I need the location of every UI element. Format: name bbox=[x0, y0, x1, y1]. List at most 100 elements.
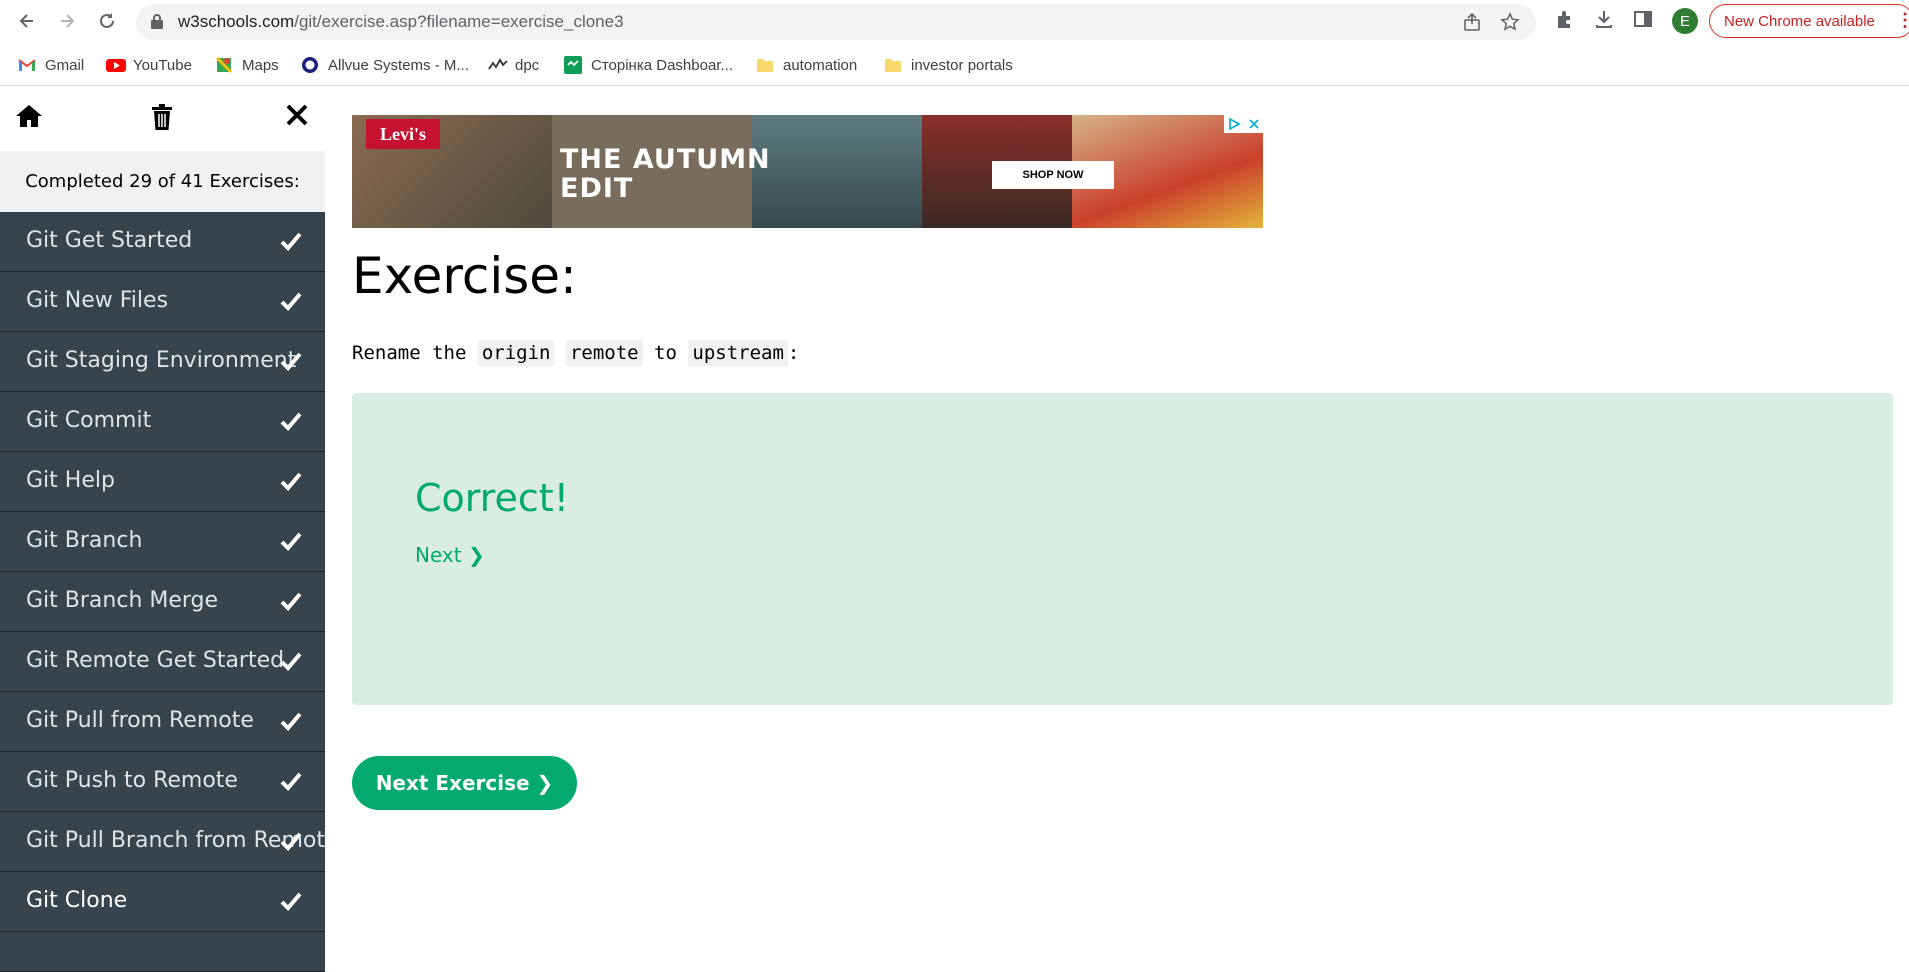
side-panel-icon[interactable] bbox=[1632, 8, 1654, 35]
sidebar-item-label: Git Get Started bbox=[26, 228, 193, 253]
close-icon[interactable] bbox=[285, 103, 309, 132]
lock-icon[interactable] bbox=[150, 13, 164, 34]
exercise-instruction: Rename the origin remote to upstream: bbox=[352, 340, 800, 366]
back-icon[interactable] bbox=[12, 6, 42, 36]
bookmark-dpc[interactable]: dpc bbox=[488, 54, 539, 76]
result-message: Correct! bbox=[415, 476, 569, 520]
bookmark-label: automation bbox=[783, 56, 858, 74]
ad-headline: THE AUTUMN EDIT bbox=[560, 145, 771, 203]
checkmark-icon bbox=[280, 652, 302, 671]
ad-photo bbox=[752, 115, 922, 228]
sidebar-item-label: Git Staging Environment bbox=[26, 348, 297, 373]
bookmark-label: Allvue Systems - M... bbox=[328, 56, 469, 74]
trash-icon[interactable] bbox=[150, 103, 174, 136]
sidebar-item-label: Git Commit bbox=[26, 408, 152, 433]
ad-brand-logo: Levi's bbox=[366, 119, 440, 149]
sidebar-item-label: Git Clone bbox=[26, 888, 128, 913]
bookmark-dashboard[interactable]: Сторінка Dashboar... bbox=[564, 54, 733, 76]
inline-code: remote bbox=[565, 340, 643, 366]
folder-icon bbox=[884, 56, 902, 74]
sidebar-item-git-push-to-remote[interactable]: Git Push to Remote bbox=[0, 752, 325, 812]
advertisement-banner[interactable]: Levi's THE AUTUMN EDIT SHOP NOW bbox=[352, 115, 1263, 228]
bookmark-label: Maps bbox=[242, 56, 279, 74]
bookmark-allvue[interactable]: Allvue Systems - M... bbox=[301, 54, 469, 76]
checkmark-icon bbox=[280, 292, 302, 311]
sidebar-item-label: Git Branch bbox=[26, 528, 143, 553]
forward-icon[interactable] bbox=[52, 6, 82, 36]
menu-kebab-icon[interactable]: ⋮ bbox=[1896, 11, 1909, 29]
checkmark-icon bbox=[280, 532, 302, 551]
exercise-list: Git Get Started Git New Files Git Stagin… bbox=[0, 212, 325, 972]
instruction-text: Rename the bbox=[352, 342, 467, 364]
share-icon[interactable] bbox=[1462, 12, 1482, 37]
sidebar-item-git-clone[interactable]: Git Clone bbox=[0, 872, 325, 932]
folder-icon bbox=[756, 56, 774, 74]
result-panel: Correct! Next ❯ bbox=[352, 393, 1893, 705]
checkmark-icon bbox=[280, 832, 302, 851]
reload-icon[interactable] bbox=[92, 6, 122, 36]
bookmark-folder-automation[interactable]: automation bbox=[756, 54, 857, 76]
sidebar-item-git-branch[interactable]: Git Branch bbox=[0, 512, 325, 572]
sidebar-item-git-branch-merge[interactable]: Git Branch Merge bbox=[0, 572, 325, 632]
sidebar-item-next[interactable] bbox=[0, 932, 325, 972]
checkmark-icon bbox=[280, 892, 302, 911]
sidebar-item-git-commit[interactable]: Git Commit bbox=[0, 392, 325, 452]
adchoices-icon[interactable] bbox=[1227, 117, 1241, 131]
home-icon[interactable] bbox=[15, 103, 43, 134]
next-exercise-button[interactable]: Next Exercise ❯ bbox=[352, 756, 577, 810]
gmail-icon bbox=[18, 56, 36, 74]
bookmark-folder-investor-portals[interactable]: investor portals bbox=[884, 54, 1013, 76]
bookmark-star-icon[interactable] bbox=[1500, 12, 1520, 37]
next-link[interactable]: Next ❯ bbox=[415, 543, 485, 567]
allvue-icon bbox=[301, 56, 319, 74]
sidebar-item-git-get-started[interactable]: Git Get Started bbox=[0, 212, 325, 272]
checkmark-icon bbox=[280, 772, 302, 791]
bookmark-maps[interactable]: Maps bbox=[215, 54, 279, 76]
bookmark-label: YouTube bbox=[133, 56, 192, 74]
instruction-text: to bbox=[654, 342, 677, 364]
exercise-sidebar: Completed 29 of 41 Exercises: Git Get St… bbox=[0, 87, 325, 972]
sidebar-item-git-remote-get-started[interactable]: Git Remote Get Started bbox=[0, 632, 325, 692]
sidebar-item-label: Git Push to Remote bbox=[26, 768, 238, 793]
page-title: Exercise: bbox=[352, 247, 577, 305]
dpc-icon bbox=[488, 56, 508, 74]
youtube-icon bbox=[106, 56, 126, 74]
dashboard-icon bbox=[564, 56, 582, 74]
ad-close-icon[interactable] bbox=[1248, 118, 1260, 130]
checkmark-icon bbox=[280, 712, 302, 731]
ad-choices[interactable] bbox=[1224, 115, 1263, 133]
inline-code: upstream bbox=[688, 340, 788, 366]
bookmark-label: investor portals bbox=[911, 56, 1013, 74]
bookmark-label: Сторінка Dashboar... bbox=[591, 56, 733, 74]
checkmark-icon bbox=[280, 232, 302, 251]
sidebar-item-label: Git Pull from Remote bbox=[26, 708, 254, 733]
bookmark-gmail[interactable]: Gmail bbox=[18, 54, 84, 76]
sidebar-item-label: Git Help bbox=[26, 468, 115, 493]
sidebar-item-git-help[interactable]: Git Help bbox=[0, 452, 325, 512]
sidebar-item-git-staging-environment[interactable]: Git Staging Environment bbox=[0, 332, 325, 392]
sidebar-toolbar bbox=[0, 87, 325, 151]
sidebar-item-label: Git New Files bbox=[26, 288, 169, 313]
ad-shop-now-button[interactable]: SHOP NOW bbox=[992, 161, 1114, 189]
checkmark-icon bbox=[280, 592, 302, 611]
instruction-text: : bbox=[787, 342, 800, 364]
new-chrome-button[interactable]: New Chrome available ⋮ bbox=[1709, 4, 1909, 38]
url-text[interactable]: w3schools.com/git/exercise.asp?filename=… bbox=[178, 12, 624, 32]
address-bar[interactable]: w3schools.com/git/exercise.asp?filename=… bbox=[136, 4, 1536, 40]
extensions-icon[interactable] bbox=[1554, 8, 1576, 35]
download-icon[interactable] bbox=[1593, 8, 1615, 35]
bookmark-youtube[interactable]: YouTube bbox=[106, 54, 192, 76]
browser-toolbar: w3schools.com/git/exercise.asp?filename=… bbox=[0, 0, 1909, 44]
checkmark-icon bbox=[280, 412, 302, 431]
sidebar-item-git-pull-branch-from-remote[interactable]: Git Pull Branch from Remote bbox=[0, 812, 325, 872]
sidebar-item-label: Git Branch Merge bbox=[26, 588, 219, 613]
sidebar-item-label: Git Remote Get Started bbox=[26, 648, 285, 673]
progress-counter: Completed 29 of 41 Exercises: bbox=[0, 151, 325, 212]
ad-headline-line: EDIT bbox=[560, 173, 634, 204]
maps-icon bbox=[215, 56, 233, 74]
bookmark-label: dpc bbox=[515, 56, 540, 74]
sidebar-item-git-pull-from-remote[interactable]: Git Pull from Remote bbox=[0, 692, 325, 752]
inline-code: origin bbox=[477, 340, 555, 366]
sidebar-item-git-new-files[interactable]: Git New Files bbox=[0, 272, 325, 332]
profile-avatar[interactable]: E bbox=[1672, 8, 1698, 34]
